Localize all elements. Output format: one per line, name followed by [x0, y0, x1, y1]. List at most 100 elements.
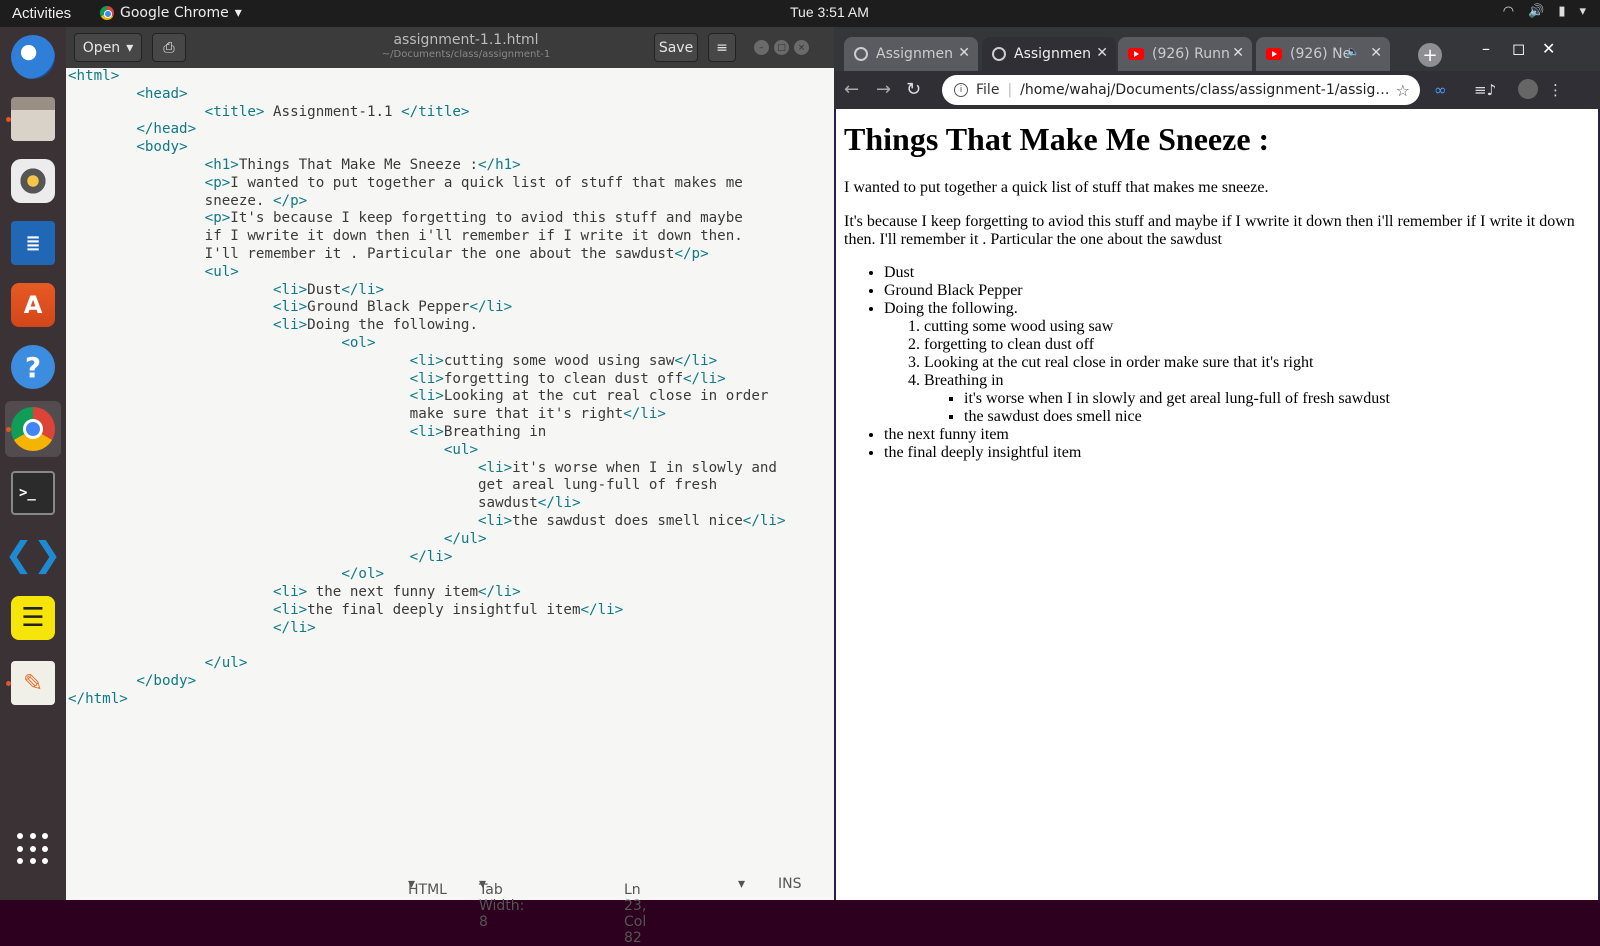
- code-line[interactable]: <li>the sawdust does smell nice</li>: [68, 513, 832, 531]
- code-line[interactable]: </head>: [68, 121, 832, 139]
- close-icon[interactable]: ✕: [1096, 45, 1108, 61]
- code-line[interactable]: sawdust</li>: [68, 495, 832, 513]
- save-button[interactable]: Save: [654, 33, 698, 62]
- html-tag: </li>: [623, 406, 666, 423]
- dock-vscode[interactable]: ❮❯: [5, 527, 62, 583]
- text-content: sawdust: [478, 495, 538, 512]
- info-icon[interactable]: i: [954, 83, 968, 97]
- dock-rhythmbox[interactable]: [5, 153, 61, 209]
- maximize-button[interactable]: □: [774, 40, 789, 55]
- text-content: forgetting to clean dust off: [443, 370, 684, 387]
- code-line[interactable]: </html>: [68, 691, 832, 709]
- code-line[interactable]: <head>: [68, 86, 832, 104]
- code-line[interactable]: <p>It's because I keep forgetting to avi…: [68, 210, 832, 228]
- tab-width-selector[interactable]: Tab Width: 8 ▾: [479, 876, 524, 930]
- dock-thunderbird[interactable]: [5, 29, 61, 85]
- dock-notes[interactable]: ☰: [5, 590, 61, 646]
- code-line[interactable]: </ul>: [68, 531, 832, 549]
- dock-help[interactable]: ?: [5, 339, 61, 395]
- globe-icon: [992, 47, 1006, 61]
- code-line[interactable]: <li>it's worse when I in slowly and: [68, 460, 832, 478]
- code-line[interactable]: <ul>: [68, 442, 832, 460]
- close-icon[interactable]: ✕: [1370, 45, 1382, 61]
- open-button[interactable]: Open ▾: [74, 33, 142, 62]
- code-line[interactable]: </li>: [68, 620, 832, 638]
- code-line[interactable]: </li>: [68, 549, 832, 567]
- activities-button[interactable]: Activities: [12, 5, 71, 22]
- language-selector[interactable]: HTML ▾: [408, 876, 447, 898]
- forward-arrow-icon[interactable]: →: [876, 79, 891, 100]
- tab-2[interactable]: Assignmen ✕: [982, 37, 1116, 71]
- code-line[interactable]: </body>: [68, 673, 832, 691]
- code-line[interactable]: <li>forgetting to clean dust off</li>: [68, 371, 832, 389]
- media-controls-icon[interactable]: ≡♪: [1474, 81, 1496, 99]
- code-line[interactable]: <h1>Things That Make Me Sneeze :</h1>: [68, 157, 832, 175]
- minimize-button[interactable]: –: [754, 40, 769, 55]
- bookmark-star-icon[interactable]: ☆: [1396, 81, 1410, 100]
- chevron-down-icon: ▾: [1579, 4, 1586, 19]
- close-button[interactable]: ✕: [1542, 39, 1555, 58]
- code-line[interactable]: </ol>: [68, 566, 832, 584]
- ordered-list: cutting some wood using saw forgetting t…: [884, 318, 1590, 426]
- url-text[interactable]: /home/wahaj/Documents/class/assignment-1…: [1020, 82, 1390, 98]
- dock-software[interactable]: A: [5, 277, 61, 333]
- code-line[interactable]: [68, 638, 832, 656]
- code-line[interactable]: <ol>: [68, 335, 832, 353]
- code-line[interactable]: <li>Looking at the cut real close in ord…: [68, 388, 832, 406]
- minimize-button[interactable]: –: [1482, 39, 1490, 58]
- tab-4[interactable]: (926) Ne 🔈 ✕: [1256, 37, 1390, 71]
- new-document-button[interactable]: ⎙: [152, 33, 186, 62]
- profile-avatar[interactable]: [1518, 79, 1538, 99]
- html-tag: </li>: [478, 584, 521, 601]
- code-line[interactable]: I'll remember it . Particular the one ab…: [68, 246, 832, 264]
- code-line[interactable]: get areal lung-full of fresh: [68, 477, 832, 495]
- code-editor[interactable]: <html> <head> <title> Assignment-1.1 </t…: [68, 68, 832, 858]
- system-menu[interactable]: ◠ 🔊 ▮ ▾: [1503, 4, 1586, 19]
- insert-mode[interactable]: INS: [778, 876, 802, 892]
- close-icon[interactable]: ✕: [958, 45, 970, 61]
- code-line[interactable]: <li>cutting some wood using saw</li>: [68, 353, 832, 371]
- tab-1[interactable]: Assignmen ✕: [844, 37, 978, 71]
- code-line[interactable]: <p>I wanted to put together a quick list…: [68, 175, 832, 193]
- code-line[interactable]: make sure that it's right</li>: [68, 406, 832, 424]
- clock[interactable]: Tue 3:51 AM: [790, 4, 869, 20]
- code-line[interactable]: <li>the final deeply insightful item</li…: [68, 602, 832, 620]
- battery-icon: ▮: [1558, 4, 1566, 19]
- dock-text-editor[interactable]: ✎: [5, 655, 61, 711]
- code-line[interactable]: <li>Breathing in: [68, 424, 832, 442]
- chevron-down-icon[interactable]: ▾: [738, 876, 745, 892]
- code-line[interactable]: <html>: [68, 68, 832, 86]
- back-arrow-icon[interactable]: ←: [844, 79, 859, 100]
- more-menu-icon[interactable]: ⋮: [1548, 81, 1563, 99]
- code-line[interactable]: <ul>: [68, 264, 832, 282]
- audio-playing-icon[interactable]: 🔈: [1346, 45, 1360, 58]
- top-bar: Activities Google Chrome ▾ Tue 3:51 AM ◠…: [0, 0, 1600, 27]
- dock-files[interactable]: [5, 91, 61, 147]
- dock-chrome[interactable]: [5, 401, 61, 457]
- text-content: Doing the following.: [307, 317, 479, 334]
- code-line[interactable]: if I wwrite it down then i'll remember i…: [68, 228, 832, 246]
- code-line[interactable]: </ul>: [68, 655, 832, 673]
- close-button[interactable]: ×: [794, 40, 809, 55]
- dock-terminal[interactable]: >_: [5, 465, 61, 521]
- close-icon[interactable]: ✕: [1232, 45, 1244, 61]
- dock-writer[interactable]: ≣: [5, 215, 61, 271]
- code-line[interactable]: <li> the next funny item</li>: [68, 584, 832, 602]
- extension-icon[interactable]: ∞: [1434, 81, 1447, 99]
- app-menu[interactable]: Google Chrome ▾: [100, 5, 242, 21]
- new-tab-button[interactable]: +: [1418, 43, 1442, 67]
- list-item: forgetting to clean dust off: [924, 336, 1590, 354]
- code-line[interactable]: <title> Assignment-1.1 </title>: [68, 104, 832, 122]
- hamburger-menu-button[interactable]: ≡: [708, 33, 736, 62]
- tab-3[interactable]: (926) Runn ✕: [1118, 37, 1252, 71]
- code-line[interactable]: <li>Doing the following.: [68, 317, 832, 335]
- maximize-button[interactable]: ◻: [1512, 39, 1525, 58]
- code-line[interactable]: sneeze. </p>: [68, 193, 832, 211]
- reload-icon[interactable]: ↻: [906, 79, 921, 100]
- code-line[interactable]: <li>Ground Black Pepper</li>: [68, 299, 832, 317]
- show-applications-icon[interactable]: [17, 833, 49, 865]
- code-line[interactable]: <body>: [68, 139, 832, 157]
- omnibox[interactable]: i File | /home/wahaj/Documents/class/ass…: [942, 75, 1420, 105]
- code-line[interactable]: <li>Dust</li>: [68, 282, 832, 300]
